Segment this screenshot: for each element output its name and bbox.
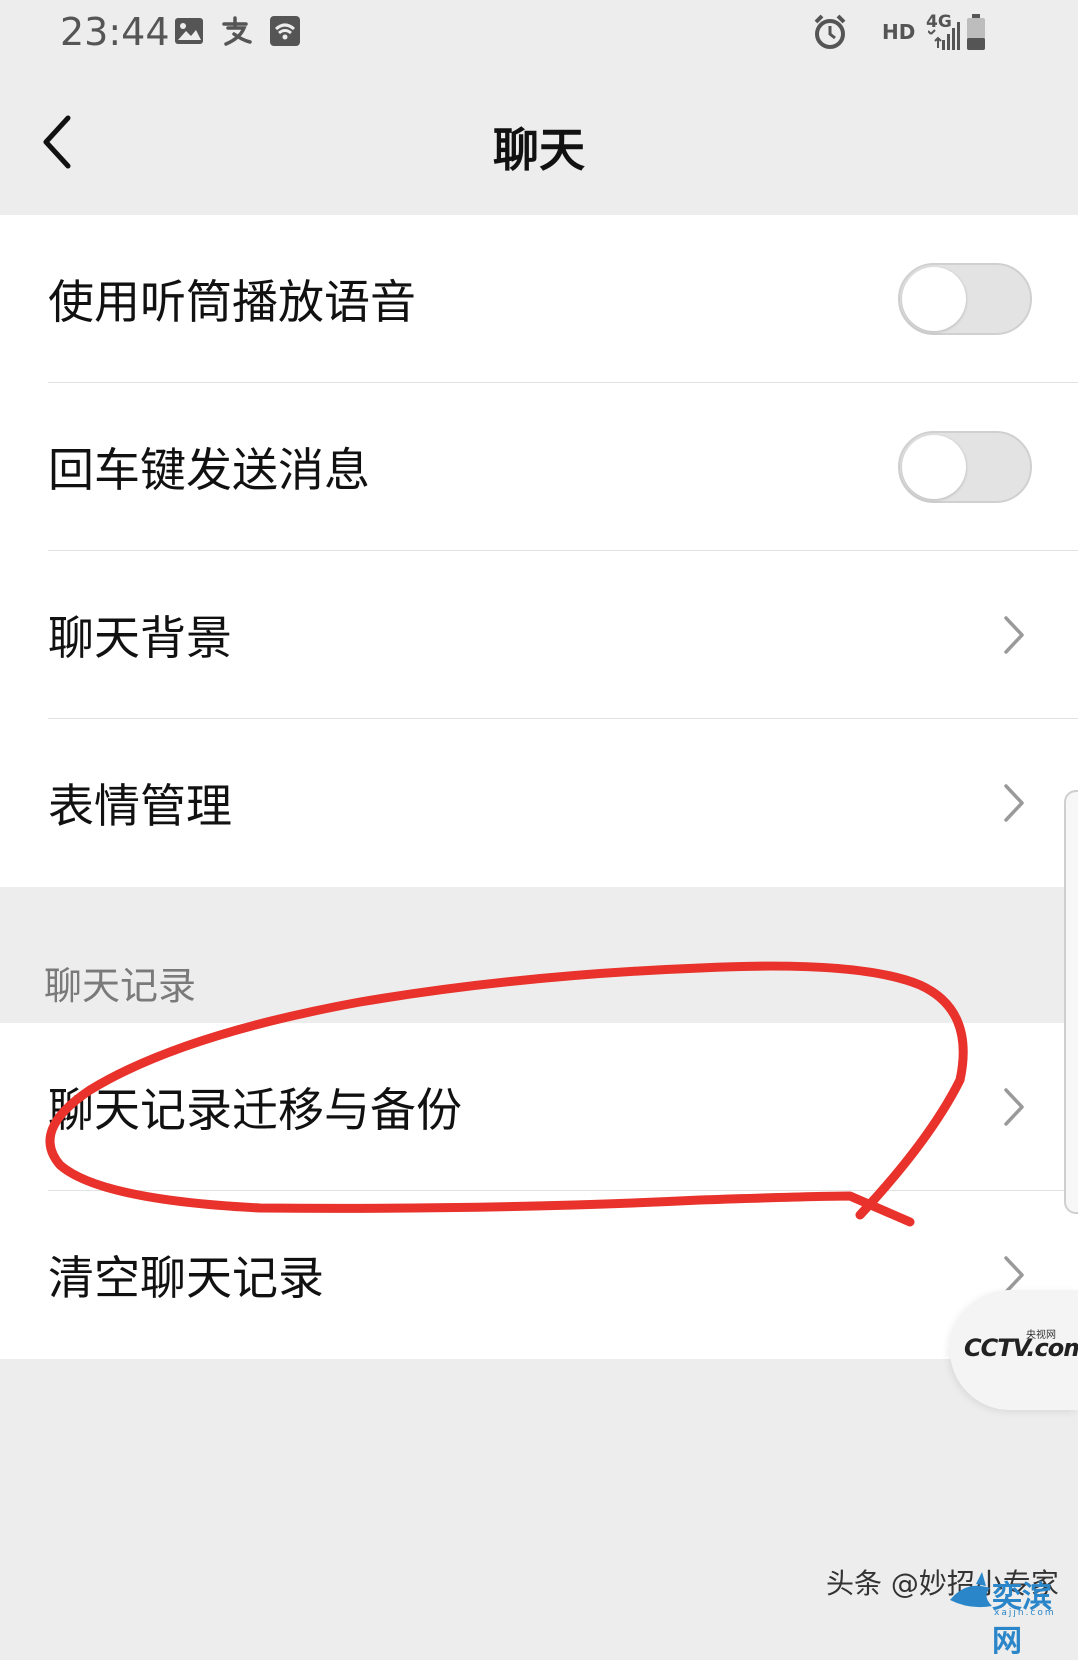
settings-group-chat-history: 聊天记录迁移与备份 清空聊天记录 <box>0 1023 1078 1359</box>
setting-label: 清空聊天记录 <box>48 1251 324 1305</box>
site-logo-sub: xajjn.com <box>994 1608 1056 1618</box>
page-title: 聊天 <box>493 123 585 177</box>
settings-group-general: 使用听筒播放语音 回车键发送消息 聊天背景 表情管理 <box>0 215 1078 887</box>
chevron-right-icon <box>1004 616 1024 654</box>
navbar: 聊天 <box>0 70 1078 215</box>
setting-chat-migrate-backup[interactable]: 聊天记录迁移与备份 <box>0 1023 1078 1191</box>
setting-label: 表情管理 <box>48 779 232 833</box>
setting-sticker-management[interactable]: 表情管理 <box>0 719 1078 887</box>
earpiece-toggle[interactable] <box>898 263 1032 335</box>
gallery-icon <box>175 18 203 44</box>
battery-icon <box>967 14 985 50</box>
signal-icon <box>928 22 960 50</box>
setting-label: 聊天记录迁移与备份 <box>48 1083 462 1137</box>
setting-label: 使用听筒播放语音 <box>48 275 416 329</box>
chevron-right-icon <box>1004 1088 1024 1126</box>
setting-earpiece-voice[interactable]: 使用听筒播放语音 <box>0 215 1078 383</box>
wifi-icon <box>270 16 300 46</box>
alarm-icon <box>814 14 846 49</box>
cctv-logo-small: 央视网 <box>1026 1330 1056 1341</box>
enter-send-toggle[interactable] <box>898 431 1032 503</box>
status-time: 23:44 <box>60 10 170 54</box>
section-header-chat-history: 聊天记录 <box>44 964 197 1008</box>
setting-label: 聊天背景 <box>48 611 232 665</box>
setting-clear-chat-history[interactable]: 清空聊天记录 <box>0 1191 1078 1359</box>
setting-chat-background[interactable]: 聊天背景 <box>0 551 1078 719</box>
setting-label: 回车键发送消息 <box>48 443 370 497</box>
cctv-logo: CCTV.com <box>964 1334 1078 1362</box>
cctv-floating-badge[interactable]: CCTV.com 央视网 <box>950 1290 1078 1410</box>
setting-enter-to-send[interactable]: 回车键发送消息 <box>0 383 1078 551</box>
edge-panel-handle[interactable] <box>1064 790 1078 1214</box>
hd-label: HD <box>882 20 916 44</box>
chevron-right-icon <box>1004 784 1024 822</box>
toggle-knob <box>902 435 966 499</box>
alipay-icon <box>222 16 252 46</box>
toggle-knob <box>902 267 966 331</box>
status-bar: 23:44 HD 4G <box>0 0 1078 70</box>
